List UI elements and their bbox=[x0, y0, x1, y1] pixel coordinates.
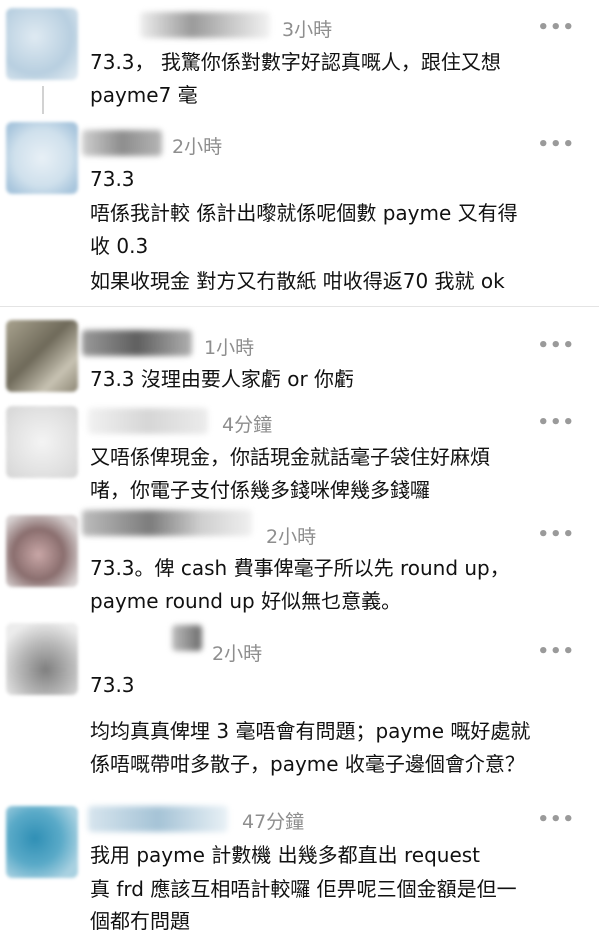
comment-text-line: 73.3 bbox=[90, 673, 135, 697]
comment-text-line: 均均真真俾埋 3 毫唔會有問題；payme 嘅好處就 bbox=[90, 719, 531, 743]
comment-text-line: 係唔嘅帶咁多散子，payme 收毫子邊個會介意？ bbox=[90, 752, 525, 776]
username-blurred[interactable] bbox=[88, 408, 208, 434]
separator bbox=[0, 306, 599, 307]
comment-item: 2小時 ••• 73.3。俾 cash 費事俾毫子所以先 round up， p… bbox=[0, 505, 599, 615]
more-options-icon[interactable]: ••• bbox=[537, 809, 575, 830]
comment-text-line: 唔係我計較 係計出嚟就係呢個數 payme 又有得 bbox=[90, 201, 518, 225]
comment-item: 3小時 ••• 73.3， 我驚你係對數字好認真嘅人，跟住又想 payme7 毫 bbox=[0, 0, 599, 110]
comment-time: 1小時 bbox=[204, 337, 255, 359]
comment-time: 2小時 bbox=[212, 643, 263, 665]
avatar[interactable] bbox=[6, 122, 78, 194]
username-blurred[interactable] bbox=[88, 806, 228, 832]
comment-text-line: 啫，你電子支付係幾多錢咪俾幾多錢囉 bbox=[90, 478, 430, 502]
more-options-icon[interactable]: ••• bbox=[537, 335, 575, 356]
comment-time: 2小時 bbox=[266, 526, 317, 548]
comment-item: 2小時 ••• 73.3 唔係我計較 係計出嚟就係呢個數 payme 又有得 收… bbox=[0, 110, 599, 305]
more-options-icon[interactable]: ••• bbox=[537, 641, 575, 662]
username-blurred[interactable] bbox=[82, 510, 252, 536]
comment-item: 2小時 ••• 73.3 均均真真俾埋 3 毫唔會有問題；payme 嘅好處就 … bbox=[0, 615, 599, 790]
comment-text-line: 收 0.3 bbox=[90, 234, 149, 258]
username-blurred[interactable] bbox=[82, 330, 192, 356]
more-options-icon[interactable]: ••• bbox=[537, 524, 575, 545]
comment-text-line: 又唔係俾現金，你話現金就話毫子袋住好麻煩 bbox=[90, 445, 490, 469]
comment-text-line: 73.3 bbox=[90, 167, 135, 191]
username-blurred[interactable] bbox=[82, 130, 162, 156]
avatar[interactable] bbox=[6, 320, 78, 392]
avatar[interactable] bbox=[6, 8, 78, 80]
more-options-icon[interactable]: ••• bbox=[537, 134, 575, 155]
more-options-icon[interactable]: ••• bbox=[537, 17, 575, 38]
comment-text-line: 73.3 沒理由要人家虧 or 你虧 bbox=[90, 367, 355, 391]
comment-time: 3小時 bbox=[282, 19, 333, 41]
comment-text-line: 如果收現金 對方又冇散紙 咁收得返70 我就 ok bbox=[90, 269, 505, 293]
comment-text-line: 個都冇問題 bbox=[90, 909, 190, 933]
comment-text-line: payme7 毫 bbox=[90, 83, 198, 107]
comment-text-line: payme round up 好似無乜意義。 bbox=[90, 589, 402, 613]
comment-time: 47分鐘 bbox=[242, 811, 305, 833]
comment-text-line: 73.3。俾 cash 費事俾毫子所以先 round up， bbox=[90, 556, 510, 580]
username-blurred[interactable] bbox=[172, 625, 202, 651]
comment-text-line: 73.3， 我驚你係對數字好認真嘅人，跟住又想 bbox=[90, 50, 501, 74]
more-options-icon[interactable]: ••• bbox=[537, 412, 575, 433]
comment-time: 2小時 bbox=[172, 136, 223, 158]
comment-item: 47分鐘 ••• 我用 payme 計數機 出幾多都直出 request 真 f… bbox=[0, 798, 599, 938]
comment-text-line: 我用 payme 計數機 出幾多都直出 request bbox=[90, 843, 481, 867]
avatar[interactable] bbox=[6, 406, 78, 478]
avatar[interactable] bbox=[6, 806, 78, 878]
comment-time: 4分鐘 bbox=[222, 414, 273, 436]
avatar[interactable] bbox=[6, 623, 78, 695]
comment-item: 1小時 ••• 73.3 沒理由要人家虧 or 你虧 bbox=[0, 310, 599, 402]
username-blurred[interactable] bbox=[140, 12, 270, 38]
comment-text-line: 真 frd 應該互相唔計較囉 佢畀呢三個金額是但一 bbox=[90, 877, 517, 901]
comment-item: 4分鐘 ••• 又唔係俾現金，你話現金就話毫子袋住好麻煩 啫，你電子支付係幾多錢… bbox=[0, 400, 599, 510]
avatar[interactable] bbox=[6, 515, 78, 587]
